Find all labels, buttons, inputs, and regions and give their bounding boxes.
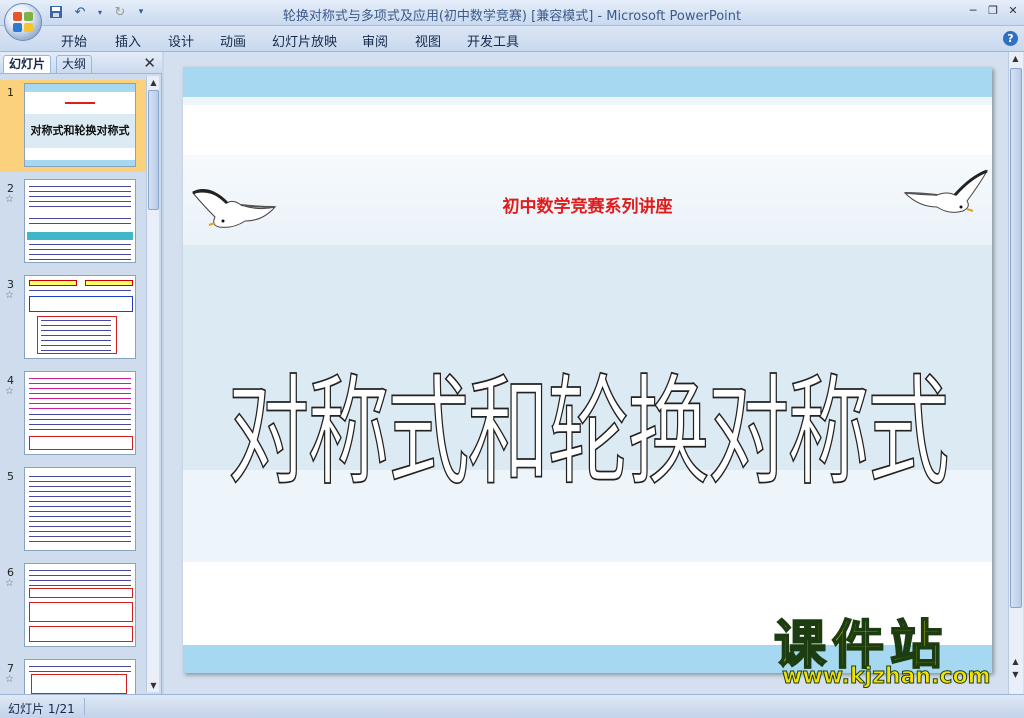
tab-review[interactable]: 审阅 xyxy=(362,31,388,50)
slide-editor: 初中数学竞赛系列讲座 对称式和轮换对称式 ▲ ▲ ▼ xyxy=(164,52,1024,694)
slide-thumbnail-3[interactable]: 3 ☆ xyxy=(0,272,146,364)
next-slide-icon[interactable]: ▼ xyxy=(1009,668,1022,681)
watermark-logo: 课件站 www.kjzhan.com xyxy=(766,615,1006,696)
animation-star-icon: ☆ xyxy=(5,578,14,589)
slide-thumbnail-7[interactable]: 7 ☆ xyxy=(0,656,146,694)
tab-view[interactable]: 视图 xyxy=(415,31,441,50)
tab-insert[interactable]: 插入 xyxy=(115,31,141,50)
slide-thumbnail-1[interactable]: 1 对称式和轮换对称式 xyxy=(0,80,146,172)
office-button[interactable] xyxy=(4,3,42,41)
slide-preview xyxy=(24,659,136,694)
office-logo-icon xyxy=(13,12,33,32)
window-controls: ─ ❐ ✕ xyxy=(966,3,1020,17)
slide-thumbnail-4[interactable]: 4 ☆ xyxy=(0,368,146,460)
slide-thumbnail-6[interactable]: 6 ☆ xyxy=(0,560,146,652)
slide-preview xyxy=(24,371,136,455)
tab-slide-show[interactable]: 幻灯片放映 xyxy=(272,31,337,50)
previous-slide-icon[interactable]: ▲ xyxy=(1009,655,1022,668)
tab-outline[interactable]: 大纲 xyxy=(56,55,93,73)
help-icon[interactable]: ? xyxy=(1003,31,1018,46)
ribbon-tabs: 开始 插入 设计 动画 幻灯片放映 审阅 视图 开发工具 ? xyxy=(0,26,1024,52)
slide-subtitle[interactable]: 初中数学竞赛系列讲座 xyxy=(183,192,992,217)
slide-canvas[interactable]: 初中数学竞赛系列讲座 对称式和轮换对称式 xyxy=(183,67,992,673)
slide-preview: 对称式和轮换对称式 xyxy=(24,83,136,167)
animation-star-icon: ☆ xyxy=(5,674,14,685)
scroll-up-icon[interactable]: ▲ xyxy=(1009,52,1022,65)
minimize-icon[interactable]: ─ xyxy=(966,3,980,17)
scroll-down-icon[interactable]: ▼ xyxy=(147,679,160,692)
slide-preview xyxy=(24,275,136,359)
tab-animations[interactable]: 动画 xyxy=(220,31,246,50)
editor-scrollbar[interactable]: ▲ ▲ ▼ xyxy=(1008,52,1023,694)
scrollbar-thumb[interactable] xyxy=(1010,68,1022,608)
scroll-up-icon[interactable]: ▲ xyxy=(147,76,160,89)
scrollbar-thumb[interactable] xyxy=(148,90,159,210)
title-bar: ↶ ▾ ↻ ▾ 轮换对称式与多项式及应用(初中数学竞赛) [兼容模式] - Mi… xyxy=(0,0,1024,41)
close-icon[interactable]: ✕ xyxy=(1006,3,1020,17)
animation-star-icon: ☆ xyxy=(5,194,14,205)
slide-preview xyxy=(24,179,136,263)
tab-developer[interactable]: 开发工具 xyxy=(467,31,519,50)
animation-star-icon: ☆ xyxy=(5,386,14,397)
slide-preview xyxy=(24,563,136,647)
status-divider xyxy=(84,698,85,715)
status-bar: 幻灯片 1/21 xyxy=(0,694,1024,718)
tab-home[interactable]: 开始 xyxy=(61,31,87,50)
watermark-url: www.kjzhan.com xyxy=(782,664,992,690)
pane-tabs: 幻灯片 大纲 ✕ xyxy=(0,52,162,74)
slide-title[interactable]: 对称式和轮换对称式 xyxy=(183,335,992,508)
window-title: 轮换对称式与多项式及应用(初中数学竞赛) [兼容模式] - Microsoft … xyxy=(282,9,742,24)
animation-star-icon: ☆ xyxy=(5,290,14,301)
band-stripe xyxy=(183,97,992,105)
thumbnail-scrollbar[interactable]: ▲ ▼ xyxy=(146,76,159,692)
tab-slides[interactable]: 幻灯片 xyxy=(3,55,52,73)
slide-counter: 幻灯片 1/21 xyxy=(8,702,75,716)
tab-design[interactable]: 设计 xyxy=(168,31,194,50)
slide-thumbnail-5[interactable]: 5 xyxy=(0,464,146,556)
thumbnail-title: 对称式和轮换对称式 xyxy=(30,124,130,137)
slide-preview xyxy=(24,467,136,551)
restore-icon[interactable]: ❐ xyxy=(986,3,1000,17)
slide-thumbnail-2[interactable]: 2 ☆ xyxy=(0,176,146,268)
slide-number: 1 xyxy=(7,86,14,99)
slide-number: 5 xyxy=(7,470,14,483)
slide-thumbnail-list: 1 对称式和轮换对称式 2 ☆ 3 ☆ 4 ☆ 5 6 ☆ 7 ☆ xyxy=(0,76,146,694)
pane-close-icon[interactable]: ✕ xyxy=(143,54,156,72)
top-band xyxy=(183,67,992,97)
slides-pane: 幻灯片 大纲 ✕ 1 对称式和轮换对称式 2 ☆ 3 ☆ 4 ☆ 5 6 ☆ 7… xyxy=(0,52,162,694)
